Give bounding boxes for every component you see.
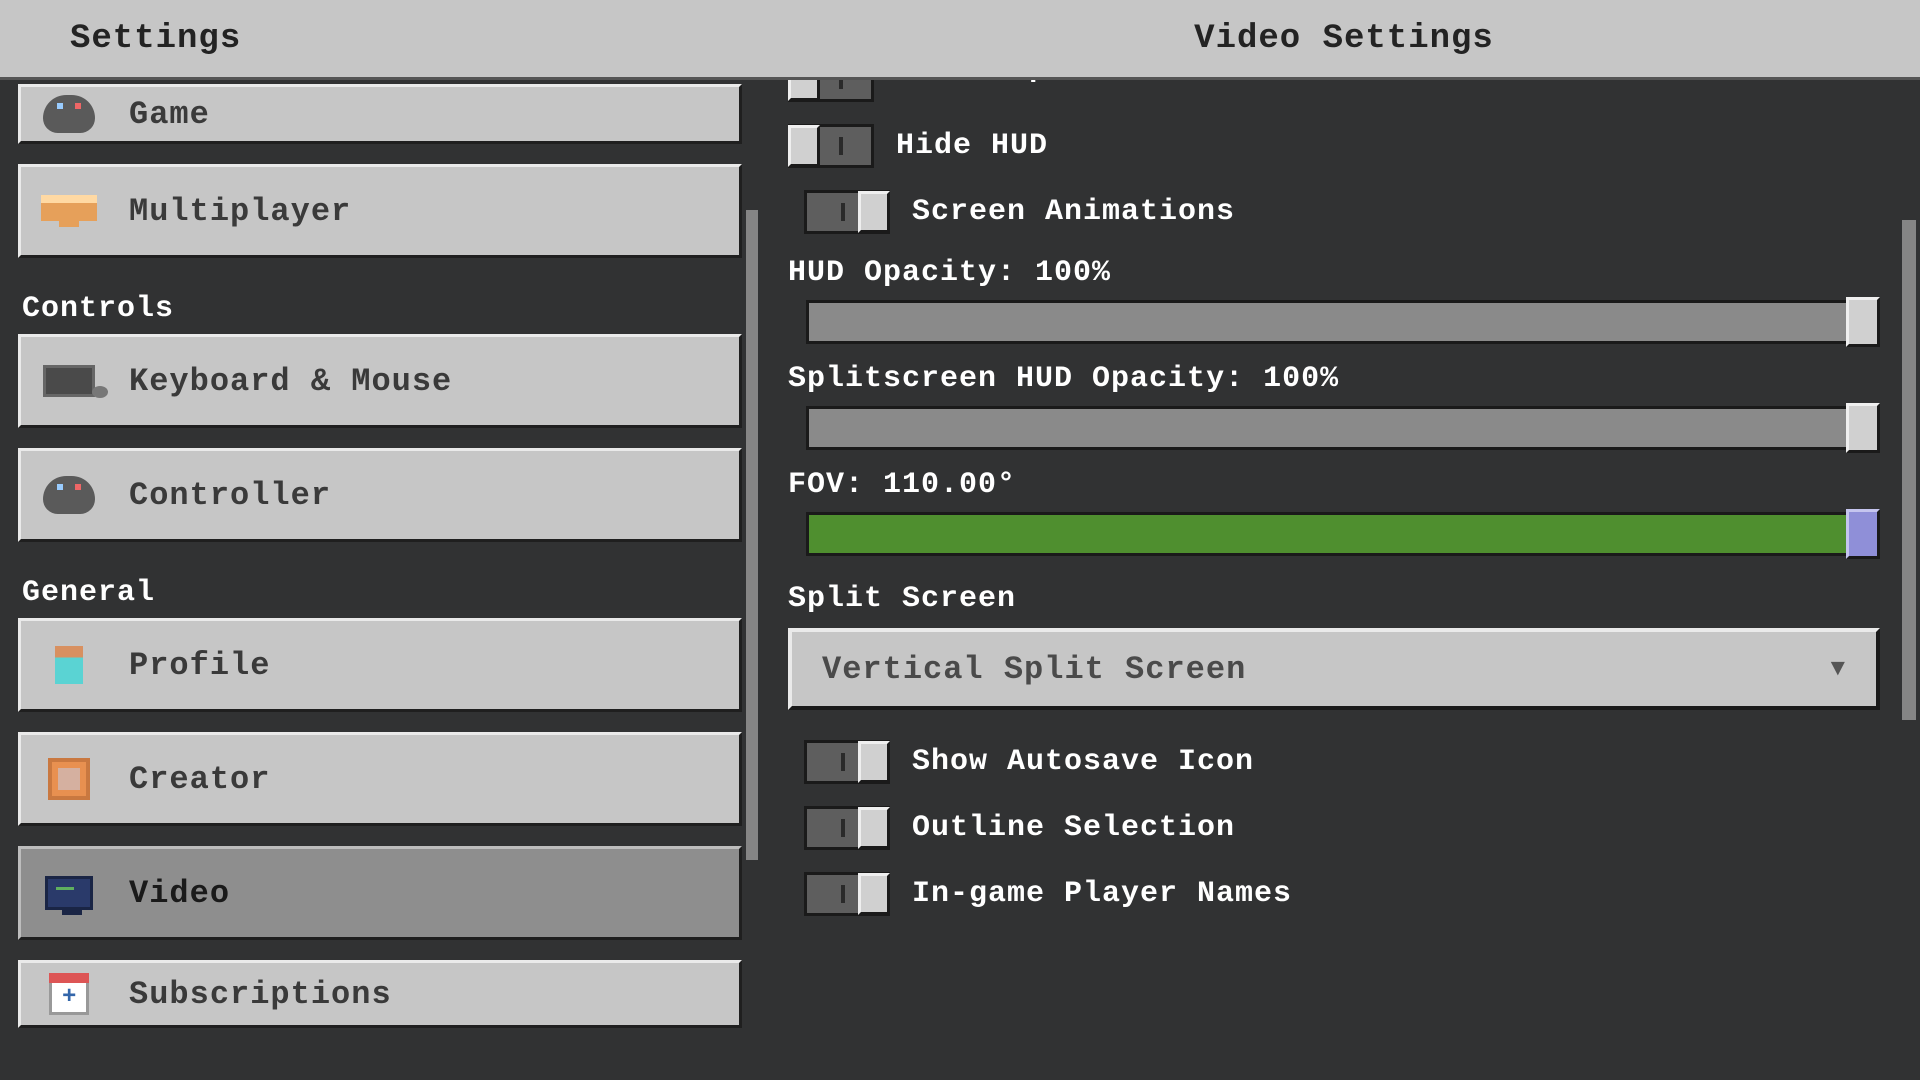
calendar-plus-icon: [43, 969, 95, 1019]
slider-label: Splitscreen HUD Opacity: 100%: [788, 362, 1880, 396]
main-scrollbar[interactable]: [1902, 220, 1916, 720]
toggle-show-autosave-icon[interactable]: [804, 740, 890, 784]
header-title-left: Settings: [0, 20, 768, 58]
sidebar-scrollbar[interactable]: [746, 210, 758, 860]
video-settings-panel: Hide Paper Doll Hide HUD Screen Animatio…: [760, 80, 1920, 1080]
toggle-outline-selection[interactable]: [804, 806, 890, 850]
chevron-down-icon: ▼: [1831, 656, 1846, 683]
sidebar-item-profile[interactable]: Profile: [18, 618, 742, 712]
toggle-label: Hide Paper Doll: [896, 80, 1181, 86]
sidebar-item-label: Profile: [129, 647, 270, 684]
sidebar-item-label: Game: [129, 96, 210, 133]
header-bar: Settings Video Settings: [0, 0, 1920, 80]
gamepad-icon: [43, 89, 95, 139]
slider-fov: FOV: 110.00°: [788, 468, 1880, 556]
toggle-screen-animations[interactable]: [804, 190, 890, 234]
slider-label: HUD Opacity: 100%: [788, 256, 1880, 290]
toggle-row-ingame-player-names: In-game Player Names: [804, 868, 1880, 920]
toggle-hide-hud[interactable]: [788, 124, 874, 168]
toggle-row-outline-selection: Outline Selection: [804, 802, 1880, 854]
gamepad-icon: [43, 470, 95, 520]
sidebar-item-label: Controller: [129, 477, 331, 514]
toggle-row-screen-animations: Screen Animations: [804, 186, 1880, 238]
sidebar-item-label: Multiplayer: [129, 193, 351, 230]
slider-fov-track[interactable]: [806, 512, 1880, 556]
sidebar-item-controller[interactable]: Controller: [18, 448, 742, 542]
toggle-label: In-game Player Names: [912, 877, 1292, 911]
creator-icon: [43, 754, 95, 804]
sidebar-category-general: General: [18, 562, 742, 618]
sidebar-item-label: Keyboard & Mouse: [129, 363, 452, 400]
toggle-label: Screen Animations: [912, 195, 1235, 229]
toggle-row-hide-hud: Hide HUD: [788, 120, 1880, 172]
multiplayer-icon: [43, 186, 95, 236]
slider-label: FOV: 110.00°: [788, 468, 1880, 502]
slider-splitscreen-hud-opacity-track[interactable]: [806, 406, 1880, 450]
sidebar-item-label: Creator: [129, 761, 270, 798]
sidebar-category-controls: Controls: [18, 278, 742, 334]
slider-splitscreen-hud-opacity: Splitscreen HUD Opacity: 100%: [788, 362, 1880, 450]
sidebar-item-label: Subscriptions: [129, 976, 392, 1013]
slider-hud-opacity-track[interactable]: [806, 300, 1880, 344]
settings-sidebar: Game Multiplayer Controls Keyboard & Mou…: [0, 80, 760, 1080]
toggle-row-hide-paper-doll: Hide Paper Doll: [788, 80, 1880, 106]
sidebar-item-creator[interactable]: Creator: [18, 732, 742, 826]
toggle-label: Hide HUD: [896, 129, 1048, 163]
sidebar-item-subscriptions[interactable]: Subscriptions: [18, 960, 742, 1028]
toggle-row-show-autosave-icon: Show Autosave Icon: [804, 736, 1880, 788]
split-screen-dropdown[interactable]: Vertical Split Screen ▼: [788, 628, 1880, 710]
toggle-ingame-player-names[interactable]: [804, 872, 890, 916]
split-screen-label: Split Screen: [788, 582, 1880, 616]
monitor-icon: [43, 868, 95, 918]
sidebar-item-multiplayer[interactable]: Multiplayer: [18, 164, 742, 258]
keyboard-icon: [43, 356, 95, 406]
toggle-label: Outline Selection: [912, 811, 1235, 845]
dropdown-selected: Vertical Split Screen: [822, 651, 1246, 688]
sidebar-item-game[interactable]: Game: [18, 84, 742, 144]
sidebar-item-label: Video: [129, 875, 230, 912]
slider-hud-opacity: HUD Opacity: 100%: [788, 256, 1880, 344]
profile-icon: [43, 640, 95, 690]
toggle-label: Show Autosave Icon: [912, 745, 1254, 779]
sidebar-item-keyboard-mouse[interactable]: Keyboard & Mouse: [18, 334, 742, 428]
sidebar-item-video[interactable]: Video: [18, 846, 742, 940]
toggle-hide-paper-doll[interactable]: [788, 80, 874, 102]
header-title-right: Video Settings: [768, 20, 1920, 58]
